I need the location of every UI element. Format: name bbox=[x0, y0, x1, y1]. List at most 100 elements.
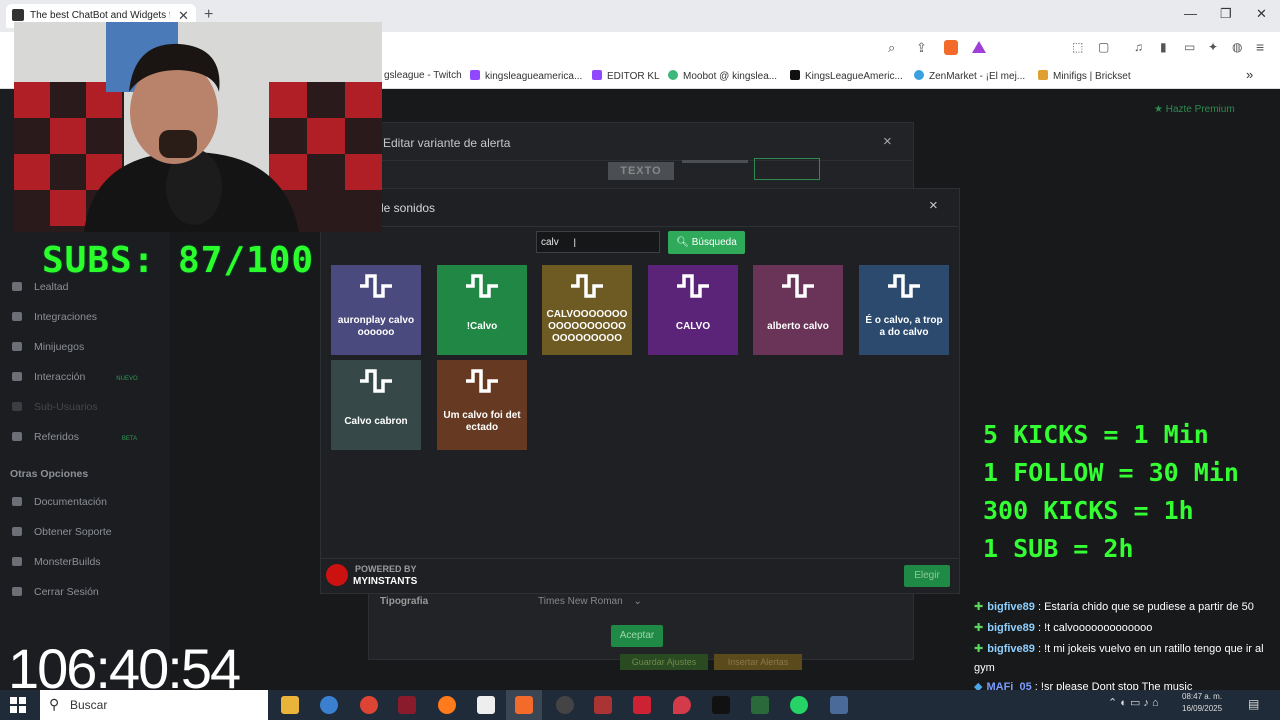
ai-icon[interactable]: ✦ bbox=[1208, 40, 1218, 54]
sound-search-input[interactable] bbox=[536, 231, 660, 253]
extensions-icon[interactable]: ⬚ bbox=[1072, 40, 1083, 54]
rule-line: 1 SUB = 2h bbox=[983, 534, 1134, 563]
zoom-icon[interactable]: ⌕ bbox=[888, 40, 895, 56]
sidebar-item-sub-usuarios[interactable]: Sub-Usuarios bbox=[12, 401, 98, 413]
bookmark-item[interactable]: Minifigs | Brickset bbox=[1038, 70, 1131, 82]
sound-card-label: CALVOOOOOOOOOOOOOOOOOOOOOOOOOO bbox=[546, 309, 628, 344]
font-select[interactable]: Times New Roman ⌄ bbox=[538, 596, 642, 607]
referrals-icon bbox=[12, 432, 22, 441]
builds-icon bbox=[12, 557, 22, 566]
logout-icon bbox=[12, 587, 22, 596]
wallet-icon[interactable]: ▭ bbox=[1184, 40, 1195, 54]
taskbar-clock[interactable]: 08:47 a. m. 16/09/2025 bbox=[1182, 691, 1222, 715]
sidebar-item-interaccion[interactable]: Interacción NUEVO bbox=[12, 371, 138, 383]
sound-card[interactable]: Calvo cabron bbox=[331, 360, 421, 450]
sound-card[interactable]: CALVO bbox=[648, 265, 738, 355]
elegir-button[interactable]: Elegir bbox=[904, 565, 950, 587]
music-icon bbox=[12, 372, 22, 381]
site-favicon-icon bbox=[12, 9, 24, 21]
sidebar-item-integraciones[interactable]: Integraciones bbox=[12, 311, 97, 323]
panel-icon[interactable]: ▮ bbox=[1160, 40, 1167, 54]
rule-line: 5 KICKS = 1 Min bbox=[983, 420, 1209, 449]
myinstants-brand: MYINSTANTS bbox=[353, 576, 418, 587]
taskbar-search[interactable]: ⚲ Buscar bbox=[40, 690, 268, 720]
sidebar-item-lealtad[interactable]: Lealtad bbox=[12, 281, 68, 293]
search-icon: ⚲ bbox=[49, 696, 60, 712]
brave-rewards-icon[interactable] bbox=[972, 41, 986, 53]
bookmark-item[interactable]: kingsleagueamerica... bbox=[470, 70, 582, 82]
myinstants-logo-icon bbox=[326, 564, 348, 586]
alert-dialog-close-icon[interactable]: × bbox=[883, 133, 892, 150]
search-icon: 🔍︎ bbox=[676, 237, 692, 248]
tray-icons[interactable]: ⌃ ◐ ▭ ♪ ⌂ bbox=[1108, 696, 1159, 709]
media-icon[interactable]: ♫ bbox=[1134, 40, 1143, 54]
sidebar-icon[interactable]: ▢ bbox=[1098, 40, 1109, 54]
share-icon[interactable]: ⇪ bbox=[916, 40, 927, 56]
bookmark-item[interactable]: EDITOR KL bbox=[592, 70, 660, 82]
capcut-icon[interactable] bbox=[477, 696, 495, 714]
ccleaner-icon[interactable] bbox=[320, 696, 338, 714]
gamepad-icon bbox=[12, 342, 22, 351]
texto-tab[interactable]: TEXTO bbox=[608, 162, 674, 180]
search-button[interactable]: 🔍︎ Búsqueda bbox=[668, 231, 745, 254]
tiktok-icon[interactable] bbox=[712, 696, 730, 714]
variant-tab[interactable] bbox=[754, 158, 820, 180]
bookmark-item[interactable]: ZenMarket - ¡El mej... bbox=[914, 70, 1025, 82]
sidebar-item-minijuegos[interactable]: Minijuegos bbox=[12, 341, 84, 353]
sound-card[interactable]: CALVOOOOOOOOOOOOOOOOOOOOOOOOOO bbox=[542, 265, 632, 355]
bookmark-item[interactable]: KingsLeagueAmeric... bbox=[790, 70, 903, 82]
rule-line: 300 KICKS = 1h bbox=[983, 496, 1194, 525]
windows-start-icon[interactable] bbox=[10, 697, 26, 713]
waveform-icon bbox=[360, 369, 392, 393]
window-close-icon[interactable]: ✕ bbox=[1256, 6, 1267, 22]
maps-icon[interactable] bbox=[673, 696, 691, 714]
waveform-icon bbox=[360, 274, 392, 298]
sound-card[interactable]: !Calvo bbox=[437, 265, 527, 355]
subs-goal-overlay: SUBS: 87/100 bbox=[42, 240, 315, 281]
brave-shield-icon[interactable] bbox=[944, 40, 958, 55]
calculator-icon[interactable] bbox=[830, 696, 848, 714]
guardar-ajustes-button[interactable]: Guardar Ajustes bbox=[620, 654, 708, 670]
sidebar-section-title: Otras Opciones bbox=[10, 468, 89, 480]
sound-card[interactable]: É o calvo, a tropa do calvo bbox=[859, 265, 949, 355]
twitch-icon bbox=[470, 70, 480, 80]
sound-card[interactable]: alberto calvo bbox=[753, 265, 843, 355]
sidebar-item-referidos[interactable]: Referidos BETA bbox=[12, 431, 137, 443]
sound-card[interactable]: auronplay calvo oooooo bbox=[331, 265, 421, 355]
sidebar-item-monsterbuilds[interactable]: MonsterBuilds bbox=[12, 556, 101, 568]
whatsapp-icon[interactable] bbox=[790, 696, 808, 714]
minimize-icon[interactable]: — bbox=[1184, 6, 1197, 21]
waveform-icon bbox=[466, 369, 498, 393]
menu-icon[interactable]: ≡ bbox=[1256, 39, 1264, 55]
zenmarket-icon bbox=[914, 70, 924, 80]
vpn-icon[interactable]: ◍ bbox=[1232, 40, 1242, 54]
maximize-icon[interactable]: ❐ bbox=[1220, 6, 1232, 22]
sound-dialog-close-icon[interactable]: × bbox=[929, 197, 938, 214]
insertar-alertas-button[interactable]: Insertar Alertas bbox=[714, 654, 802, 670]
notes-icon[interactable] bbox=[751, 696, 769, 714]
taskbar-search-placeholder: Buscar bbox=[70, 698, 108, 712]
streamlabs-icon[interactable] bbox=[633, 696, 651, 714]
webcam-image bbox=[14, 22, 382, 232]
more-bookmarks-icon[interactable]: » bbox=[1246, 67, 1253, 82]
obs-icon[interactable] bbox=[556, 696, 574, 714]
sidebar-item-cerrar-sesion[interactable]: Cerrar Sesión bbox=[12, 586, 99, 598]
sound-card-label: alberto calvo bbox=[767, 321, 829, 332]
sidebar-item-soporte[interactable]: Obtener Soporte bbox=[12, 526, 112, 538]
users-icon bbox=[12, 402, 22, 411]
file-explorer-icon[interactable] bbox=[281, 696, 299, 714]
voicemeeter-icon[interactable] bbox=[594, 696, 612, 714]
bookmark-item[interactable]: gsleague - Twitch bbox=[384, 70, 462, 81]
app-icon[interactable] bbox=[398, 696, 416, 714]
brave-icon[interactable] bbox=[515, 696, 533, 714]
sound-card-label: Um calvo foi detectado bbox=[443, 410, 521, 433]
notifications-icon[interactable]: ▤ bbox=[1248, 697, 1259, 711]
tab-indicator bbox=[682, 160, 748, 163]
sound-card[interactable]: Um calvo foi detectado bbox=[437, 360, 527, 450]
chrome-icon[interactable] bbox=[360, 696, 378, 714]
premium-link[interactable]: ★ Hazte Premium bbox=[1154, 104, 1235, 115]
sidebar-item-documentacion[interactable]: Documentación bbox=[12, 496, 107, 508]
bookmark-item[interactable]: Moobot @ kingslea... bbox=[668, 70, 777, 82]
aceptar-button[interactable]: Aceptar bbox=[611, 625, 663, 647]
firefox-icon[interactable] bbox=[438, 696, 456, 714]
